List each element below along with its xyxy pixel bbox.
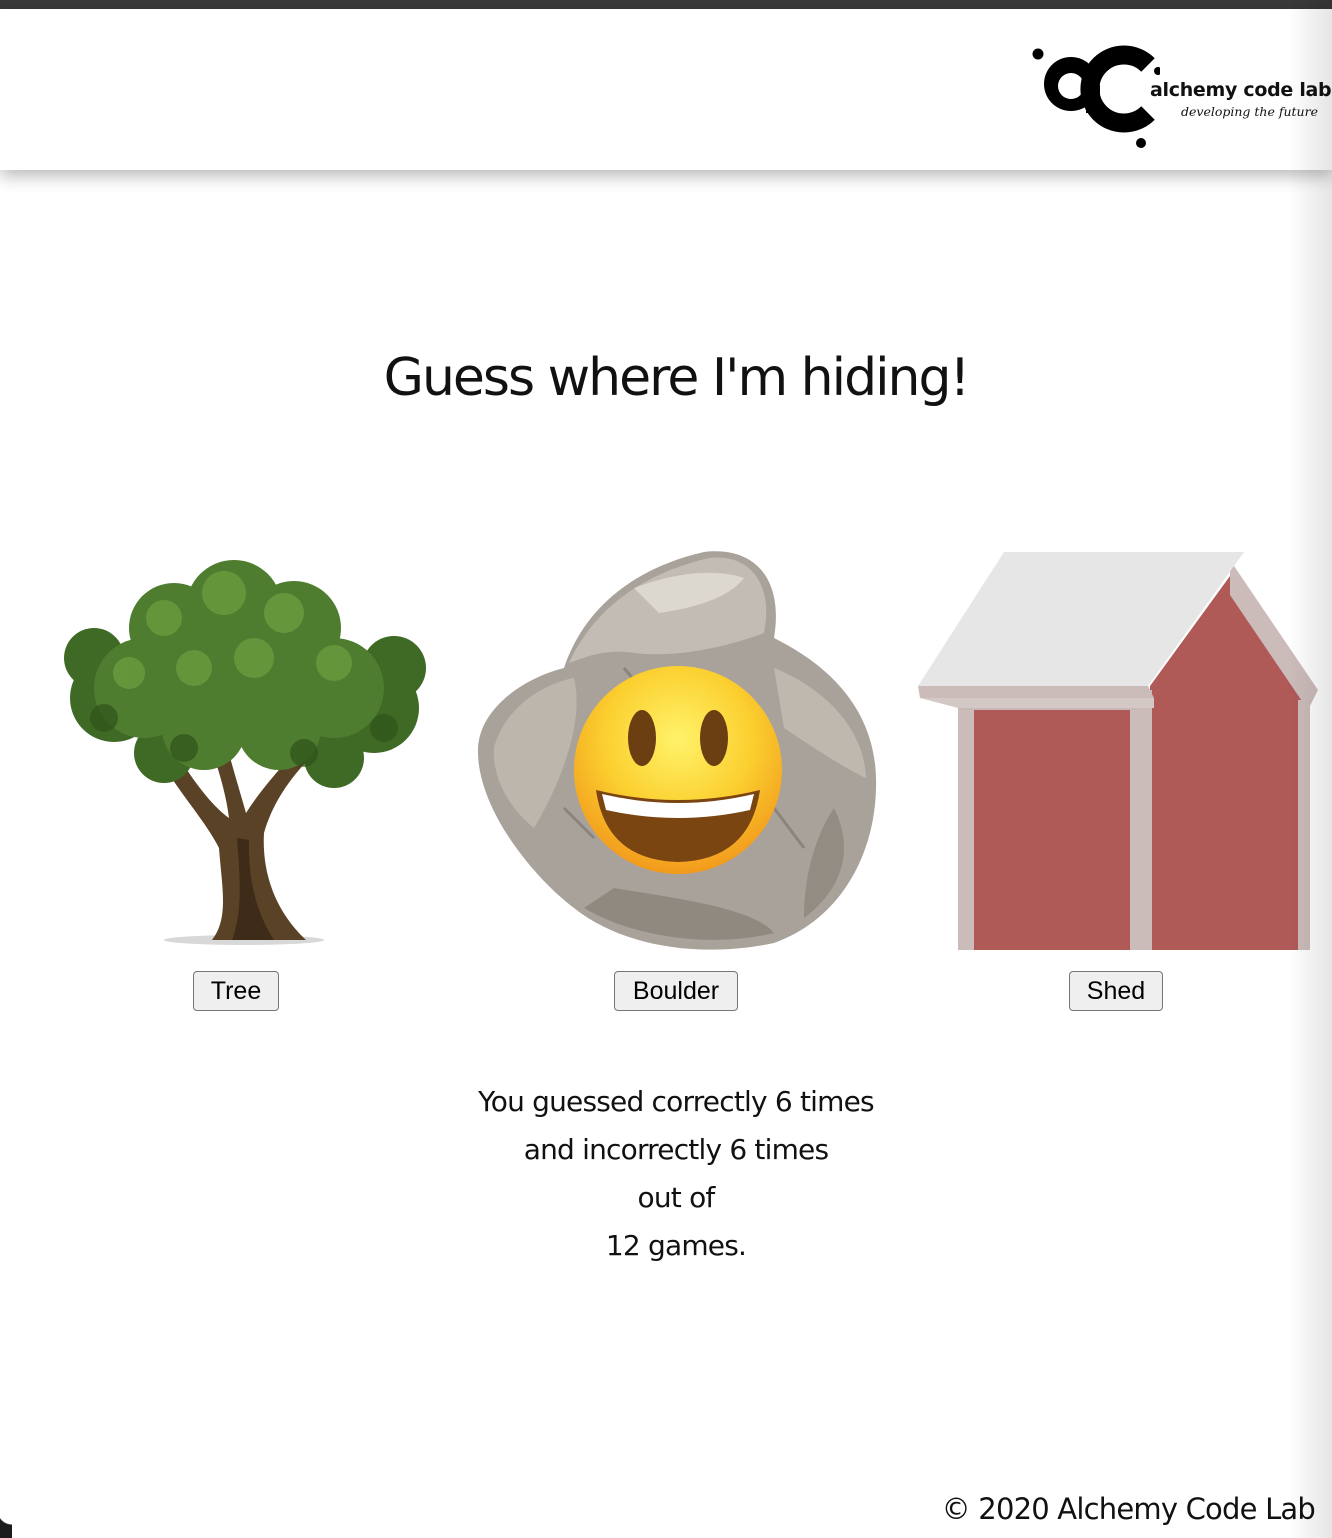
results-summary: You guessed correctly 6 times and incorr… [0,1078,1332,1270]
tree-spot [34,548,438,948]
grinning-face-icon [574,666,782,874]
total-games-text: 12 games. [605,1229,747,1262]
page-title: Guess where I'm hiding! [383,348,971,408]
incorrect-guesses-text: and incorrectly 6 times [523,1133,829,1166]
tree-image [64,560,426,945]
ac-logo-icon [1032,45,1160,148]
logo-tagline: developing the future [1181,104,1318,119]
logo-name-text: alchemy code lab [1150,79,1332,101]
shed-spot [918,550,1318,952]
window-corner [0,1510,12,1538]
shed-guess-button[interactable]: Shed [1069,971,1163,1011]
boulder-spot [474,548,878,952]
alchemy-code-lab-logo[interactable]: alchemy code lab developing the future [1030,45,1332,153]
boulder-guess-button[interactable]: Boulder [614,971,738,1011]
tree-guess-button[interactable]: Tree [193,971,279,1011]
shed-image [918,552,1318,950]
window-top-strip [0,0,1332,9]
footer-copyright: © 2020 Alchemy Code Lab [941,1492,1316,1526]
out-of-text: out of [637,1181,716,1214]
correct-guesses-text: You guessed correctly 6 times [478,1085,874,1118]
site-header: alchemy code lab developing the future [0,9,1332,170]
